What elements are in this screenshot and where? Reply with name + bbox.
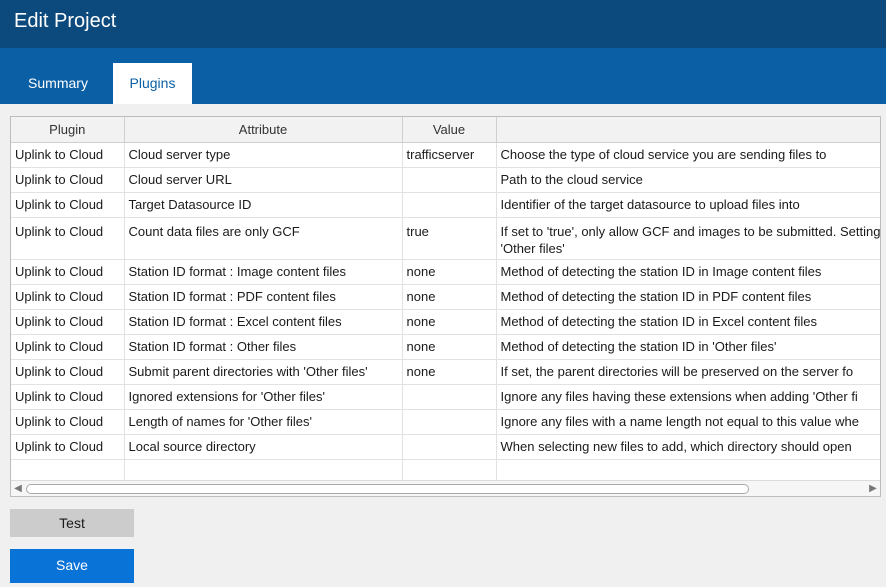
cell-description: Method of detecting the station ID in PD…: [496, 284, 880, 310]
cell-plugin: Uplink to Cloud: [11, 192, 125, 218]
cell-plugin: Uplink to Cloud: [11, 284, 125, 310]
table-row[interactable]: Uplink to Cloud Ignored extensions for '…: [11, 384, 880, 410]
cell-plugin: Uplink to Cloud: [11, 409, 125, 435]
cell-attribute: Ignored extensions for 'Other files': [124, 384, 403, 410]
cell-attribute: Submit parent directories with 'Other fi…: [124, 359, 403, 385]
test-button[interactable]: Test: [10, 509, 134, 537]
cell-description: Identifier of the target datasource to u…: [496, 192, 880, 218]
table-row-empty: [11, 459, 880, 482]
cell-description: If set to 'true', only allow GCF and ima…: [496, 217, 880, 260]
column-header-value[interactable]: Value: [402, 117, 497, 143]
tab-bar: Summary Plugins: [0, 48, 886, 104]
horizontal-scrollbar[interactable]: ◀ ▶: [11, 480, 880, 496]
cell-attribute: Count data files are only GCF: [124, 217, 403, 260]
cell-description: Path to the cloud service: [496, 167, 880, 193]
tab-summary[interactable]: Summary: [14, 63, 102, 104]
cell-description: Ignore any files with a name length not …: [496, 409, 880, 435]
cell-description: Method of detecting the station ID in 'O…: [496, 334, 880, 360]
cell-value[interactable]: none: [402, 309, 497, 335]
cell-value[interactable]: trafficserver: [402, 142, 497, 168]
tab-plugins[interactable]: Plugins: [113, 63, 192, 104]
cell-description: Ignore any files having these extensions…: [496, 384, 880, 410]
column-header-description[interactable]: [496, 117, 880, 143]
cell-attribute: Station ID format : Excel content files: [124, 309, 403, 335]
cell-plugin: Uplink to Cloud: [11, 434, 125, 460]
scrollbar-thumb[interactable]: [26, 484, 749, 494]
scroll-right-arrow-icon[interactable]: ▶: [866, 482, 880, 496]
cell-attribute: Cloud server type: [124, 142, 403, 168]
table-row[interactable]: Uplink to Cloud Station ID format : PDF …: [11, 284, 880, 310]
cell-value[interactable]: [402, 409, 497, 435]
cell-attribute: Station ID format : PDF content files: [124, 284, 403, 310]
table-row[interactable]: Uplink to Cloud Target Datasource ID Ide…: [11, 192, 880, 218]
cell-plugin: Uplink to Cloud: [11, 309, 125, 335]
empty-cell: [11, 459, 125, 482]
empty-cell: [402, 459, 497, 482]
cell-attribute: Station ID format : Other files: [124, 334, 403, 360]
cell-plugin: Uplink to Cloud: [11, 142, 125, 168]
empty-cell: [124, 459, 403, 482]
cell-description: When selecting new files to add, which d…: [496, 434, 880, 460]
table-row[interactable]: Uplink to Cloud Submit parent directorie…: [11, 359, 880, 385]
cell-value[interactable]: [402, 384, 497, 410]
cell-description: Method of detecting the station ID in Im…: [496, 259, 880, 285]
cell-value[interactable]: none: [402, 284, 497, 310]
cell-attribute: Length of names for 'Other files': [124, 409, 403, 435]
cell-attribute: Station ID format : Image content files: [124, 259, 403, 285]
cell-value[interactable]: none: [402, 334, 497, 360]
cell-plugin: Uplink to Cloud: [11, 217, 125, 260]
cell-plugin: Uplink to Cloud: [11, 334, 125, 360]
table-row[interactable]: Uplink to Cloud Cloud server URL Path to…: [11, 167, 880, 193]
table-row[interactable]: Uplink to Cloud Cloud server type traffi…: [11, 142, 880, 168]
table-row[interactable]: Uplink to Cloud Station ID format : Imag…: [11, 259, 880, 285]
cell-value[interactable]: none: [402, 359, 497, 385]
cell-value[interactable]: true: [402, 217, 497, 260]
cell-plugin: Uplink to Cloud: [11, 167, 125, 193]
cell-value[interactable]: [402, 192, 497, 218]
save-button[interactable]: Save: [10, 549, 134, 583]
table-header-row: Plugin Attribute Value: [11, 117, 880, 143]
table-row[interactable]: Uplink to Cloud Station ID format : Exce…: [11, 309, 880, 335]
cell-value[interactable]: [402, 434, 497, 460]
cell-plugin: Uplink to Cloud: [11, 259, 125, 285]
cell-value[interactable]: [402, 167, 497, 193]
cell-plugin: Uplink to Cloud: [11, 384, 125, 410]
empty-cell: [496, 459, 880, 482]
cell-description: If set, the parent directories will be p…: [496, 359, 880, 385]
cell-attribute: Cloud server URL: [124, 167, 403, 193]
cell-description: Method of detecting the station ID in Ex…: [496, 309, 880, 335]
table-row[interactable]: Uplink to Cloud Local source directory W…: [11, 434, 880, 460]
plugins-table: Plugin Attribute Value Uplink to Cloud C…: [10, 116, 881, 497]
table-row[interactable]: Uplink to Cloud Length of names for 'Oth…: [11, 409, 880, 435]
scroll-left-arrow-icon[interactable]: ◀: [11, 482, 25, 496]
cell-value[interactable]: none: [402, 259, 497, 285]
column-header-attribute[interactable]: Attribute: [124, 117, 403, 143]
table-row[interactable]: Uplink to Cloud Count data files are onl…: [11, 217, 880, 260]
window-title: Edit Project: [0, 0, 886, 48]
cell-attribute: Target Datasource ID: [124, 192, 403, 218]
cell-attribute: Local source directory: [124, 434, 403, 460]
column-header-plugin[interactable]: Plugin: [11, 117, 125, 143]
cell-plugin: Uplink to Cloud: [11, 359, 125, 385]
table-row[interactable]: Uplink to Cloud Station ID format : Othe…: [11, 334, 880, 360]
cell-description: Choose the type of cloud service you are…: [496, 142, 880, 168]
